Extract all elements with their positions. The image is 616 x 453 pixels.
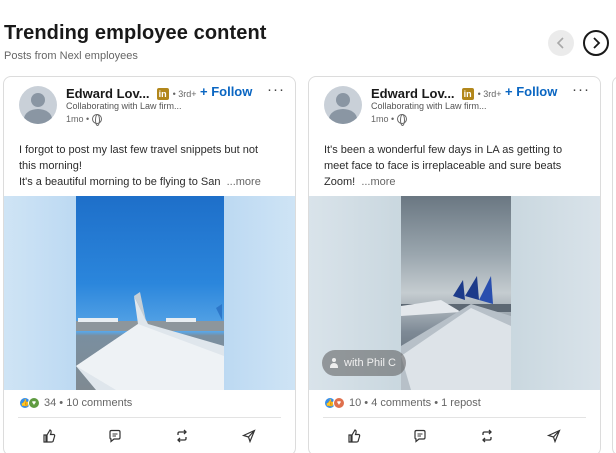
like-icon bbox=[43, 429, 56, 443]
connection-degree: • 3rd+ bbox=[477, 88, 502, 99]
globe-icon bbox=[397, 114, 408, 126]
comment-count[interactable]: 4 comments bbox=[371, 397, 431, 409]
chevron-right-icon bbox=[593, 37, 601, 49]
globe-icon bbox=[92, 114, 103, 126]
repost-icon bbox=[177, 429, 187, 443]
post-card-partial[interactable] bbox=[612, 76, 616, 453]
post-text-line: It's been a wonderful few days in LA as … bbox=[324, 144, 563, 156]
post-time: 1mo • bbox=[66, 114, 103, 126]
tagged-people-label: with Phil C bbox=[344, 357, 396, 369]
follow-button[interactable]: + Follow bbox=[505, 84, 557, 99]
carousel-prev-button[interactable] bbox=[548, 30, 574, 56]
person-icon bbox=[330, 358, 338, 368]
post-text-line: meet face to face is irreplaceable and s… bbox=[324, 160, 562, 172]
post-actions bbox=[309, 427, 600, 447]
post-image[interactable]: with Phil C bbox=[309, 196, 600, 390]
reaction-icons: 👍 ♥ bbox=[324, 397, 345, 409]
send-button[interactable] bbox=[545, 427, 563, 445]
linkedin-badge-icon: in bbox=[156, 87, 169, 100]
comment-count[interactable]: 10 comments bbox=[66, 397, 132, 409]
post-text-line: It's a beautiful morning to be flying to… bbox=[19, 176, 221, 188]
reaction-count[interactable]: 34 bbox=[44, 397, 56, 409]
avatar[interactable] bbox=[19, 86, 57, 124]
see-more-link[interactable]: ...more bbox=[361, 176, 395, 188]
post-text-line: this morning! bbox=[19, 160, 82, 172]
more-options-button[interactable]: ··· bbox=[267, 81, 285, 98]
comment-icon bbox=[414, 429, 426, 443]
repost-count[interactable]: 1 repost bbox=[441, 397, 481, 409]
send-icon bbox=[547, 429, 561, 443]
airplane-wing-photo bbox=[76, 196, 224, 390]
wing-shape-icon bbox=[76, 292, 224, 390]
author-headline: Collaborating with Law firm... bbox=[371, 101, 487, 111]
more-options-button[interactable]: ··· bbox=[572, 81, 590, 98]
follow-button[interactable]: + Follow bbox=[200, 84, 252, 99]
linkedin-badge-icon: in bbox=[461, 87, 474, 100]
post-text-line: Zoom! bbox=[324, 176, 356, 188]
reaction-icons: 👍 ♥ bbox=[19, 397, 40, 409]
avatar[interactable] bbox=[324, 86, 362, 124]
post-image[interactable] bbox=[4, 196, 295, 390]
post-text: It's been a wonderful few days in LA as … bbox=[324, 142, 592, 190]
author-name[interactable]: Edward Lov... bbox=[371, 86, 455, 101]
section-header: Trending employee content Posts from Nex… bbox=[4, 22, 267, 62]
post-card[interactable]: Edward Lov... in • 3rd+ + Follow ··· Col… bbox=[308, 76, 601, 453]
airplane-wing-photo bbox=[401, 196, 511, 390]
post-time-label: 1mo • bbox=[66, 114, 90, 124]
section-title: Trending employee content bbox=[4, 22, 267, 44]
repost-icon bbox=[482, 429, 492, 443]
post-time: 1mo • bbox=[371, 114, 408, 126]
like-button[interactable] bbox=[345, 427, 363, 445]
divider bbox=[323, 417, 586, 418]
comment-button[interactable] bbox=[411, 427, 429, 445]
repost-button[interactable] bbox=[173, 427, 191, 445]
post-time-label: 1mo • bbox=[371, 114, 395, 124]
section-subtitle: Posts from Nexl employees bbox=[4, 50, 138, 62]
send-button[interactable] bbox=[240, 427, 258, 445]
social-counts[interactable]: 👍 ♥ 10 • 4 comments • 1 repost bbox=[324, 397, 481, 409]
like-icon bbox=[348, 429, 361, 443]
reaction-count[interactable]: 10 bbox=[349, 397, 361, 409]
comment-button[interactable] bbox=[106, 427, 124, 445]
post-actions bbox=[4, 427, 295, 447]
send-icon bbox=[242, 429, 256, 443]
author-name[interactable]: Edward Lov... bbox=[66, 86, 150, 101]
post-card[interactable]: Edward Lov... in • 3rd+ + Follow ··· Col… bbox=[3, 76, 296, 453]
post-text: I forgot to post my last few travel snip… bbox=[19, 142, 287, 190]
connection-degree: • 3rd+ bbox=[172, 88, 197, 99]
support-reaction-icon: ♥ bbox=[28, 397, 40, 409]
post-text-line: I forgot to post my last few travel snip… bbox=[19, 144, 259, 156]
divider bbox=[18, 417, 281, 418]
author-headline: Collaborating with Law firm... bbox=[66, 101, 182, 111]
like-button[interactable] bbox=[40, 427, 58, 445]
tagged-people-badge[interactable]: with Phil C bbox=[322, 350, 406, 376]
see-more-link[interactable]: ...more bbox=[227, 176, 261, 188]
repost-button[interactable] bbox=[478, 427, 496, 445]
love-reaction-icon: ♥ bbox=[333, 397, 345, 409]
carousel-next-button[interactable] bbox=[583, 30, 609, 56]
social-counts[interactable]: 👍 ♥ 34 • 10 comments bbox=[19, 397, 132, 409]
comment-icon bbox=[109, 429, 121, 443]
chevron-left-icon bbox=[556, 37, 564, 49]
wing-shape-icon bbox=[401, 276, 511, 390]
